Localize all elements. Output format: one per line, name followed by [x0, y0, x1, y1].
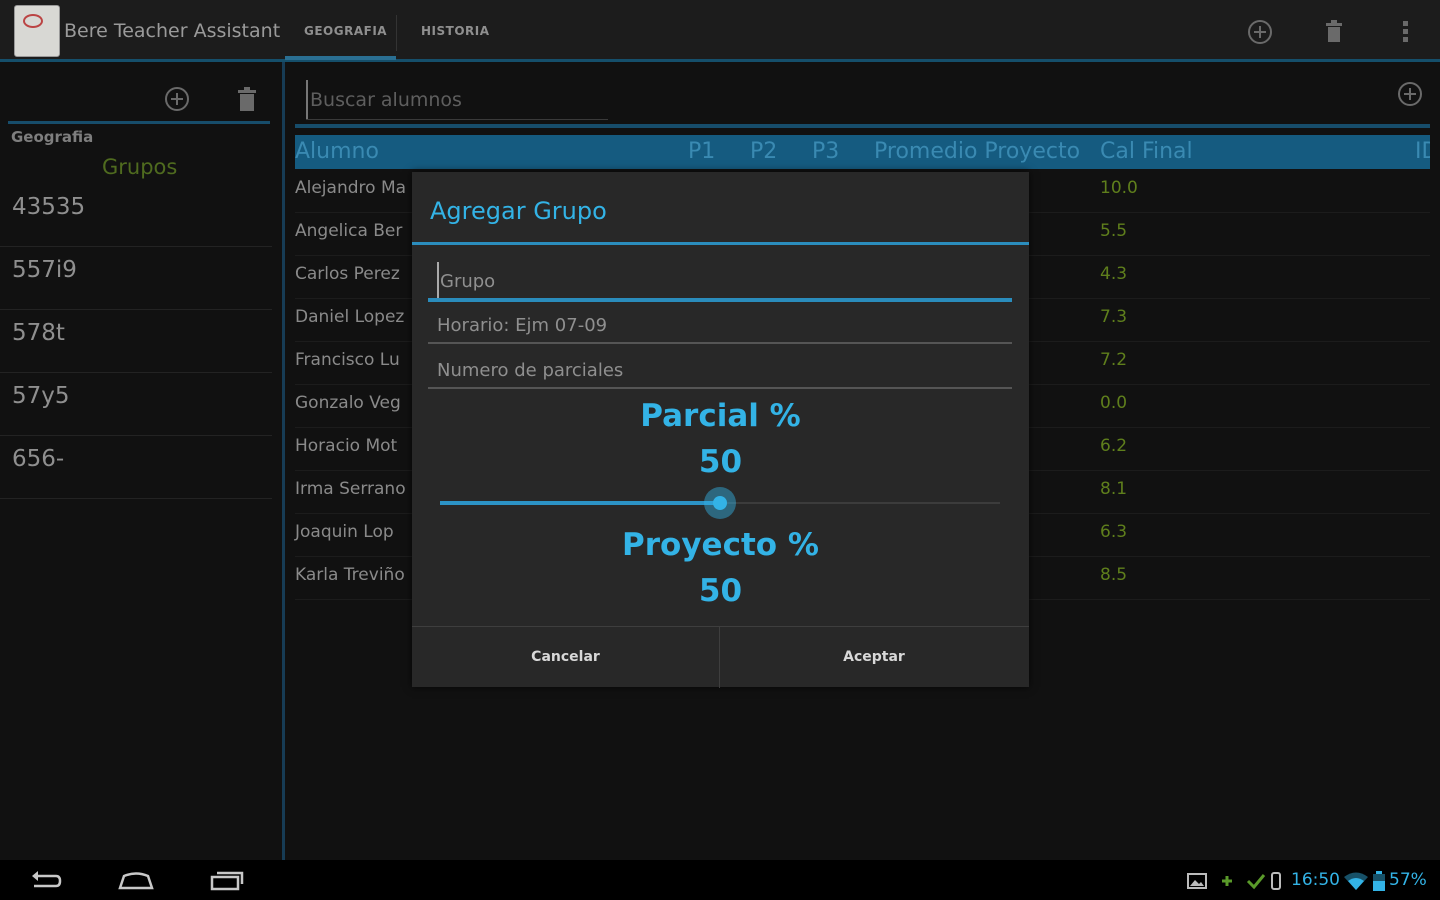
back-icon[interactable] — [26, 868, 66, 894]
tab-geografia[interactable]: GEOGRAFIA — [304, 24, 387, 38]
column-header-p3[interactable]: P3 — [812, 139, 839, 164]
group-item[interactable]: 43535 — [0, 184, 272, 247]
final-grade: 6.2 — [1100, 436, 1128, 456]
column-header-p1[interactable]: P1 — [688, 139, 715, 164]
dialog-button-bar: Cancelar Aceptar — [412, 626, 1029, 688]
add-circle-icon[interactable] — [1246, 18, 1274, 46]
search-input[interactable] — [306, 80, 608, 119]
status-clock: 16:50 — [1291, 870, 1340, 890]
home-icon[interactable] — [116, 868, 156, 894]
group-item[interactable]: 578t — [0, 310, 272, 373]
student-name: Alejandro Ma — [295, 178, 407, 198]
tab-divider — [396, 15, 397, 51]
subject-label: Geografia — [11, 128, 94, 146]
recent-apps-icon[interactable] — [206, 868, 246, 894]
group-name-input[interactable] — [437, 262, 1012, 300]
storage-icon — [1271, 872, 1281, 890]
column-header-p2[interactable]: P2 — [750, 139, 777, 164]
column-header-promedio-proyecto[interactable]: Promedio Proyecto — [874, 139, 1080, 164]
final-grade: 5.5 — [1100, 221, 1128, 241]
group-label: 557i9 — [12, 257, 77, 283]
trash-icon[interactable] — [1320, 18, 1348, 46]
check-notification-icon — [1246, 874, 1266, 890]
column-header-id[interactable]: ID — [1415, 139, 1430, 164]
overflow-menu-icon[interactable] — [1392, 18, 1420, 46]
group-item[interactable]: 557i9 — [0, 247, 272, 310]
final-grade: 8.5 — [1100, 565, 1128, 585]
gallery-notification-icon — [1187, 873, 1207, 889]
app-title: Bere Teacher Assistant — [64, 20, 281, 42]
parcial-percent-label: Parcial % — [640, 398, 801, 434]
app-logo-icon[interactable] — [14, 5, 60, 57]
parcial-percent-value: 50 — [698, 444, 743, 480]
column-header-alumno[interactable]: Alumno — [295, 139, 379, 164]
group-item[interactable]: 57y5 — [0, 373, 272, 436]
field-underline — [428, 298, 1012, 302]
group-label: 57y5 — [12, 383, 70, 409]
slider-thumb[interactable] — [704, 487, 736, 519]
group-label: 578t — [12, 320, 65, 346]
dialog-title-divider — [412, 242, 1029, 245]
student-name: Gonzalo Veg — [295, 393, 401, 413]
search-box[interactable] — [306, 80, 608, 120]
slider-fill — [440, 501, 720, 505]
partials-input[interactable] — [428, 351, 1012, 389]
final-grade: 4.3 — [1100, 264, 1128, 284]
student-name: Francisco Lu — [295, 350, 400, 370]
student-name: Angelica Ber — [295, 221, 403, 241]
final-grade: 0.0 — [1100, 393, 1128, 413]
wifi-icon — [1344, 872, 1368, 890]
add-group-icon[interactable] — [164, 86, 190, 112]
student-name: Daniel Lopez — [295, 307, 405, 327]
proyecto-percent-label: Proyecto % — [622, 527, 819, 563]
student-name: Joaquin Lop — [295, 522, 394, 542]
student-name: Horacio Mot — [295, 436, 398, 456]
field-underline — [428, 342, 1012, 344]
schedule-input[interactable] — [428, 306, 1012, 344]
final-grade: 8.1 — [1100, 479, 1128, 499]
search-divider — [295, 124, 1430, 128]
student-name: Karla Treviño — [295, 565, 405, 585]
student-name: Irma Serrano — [295, 479, 406, 499]
cancel-button[interactable]: Cancelar — [412, 627, 720, 688]
final-grade: 10.0 — [1100, 178, 1138, 198]
final-grade: 7.2 — [1100, 350, 1128, 370]
final-grade: 7.3 — [1100, 307, 1128, 327]
student-name: Carlos Perez — [295, 264, 400, 284]
groups-header-divider — [8, 121, 270, 124]
dialog-title: Agregar Grupo — [430, 197, 607, 225]
action-bar: Bere Teacher Assistant GEOGRAFIA HISTORI… — [0, 0, 1440, 62]
accept-button[interactable]: Aceptar — [720, 627, 1028, 688]
groups-title: Grupos — [102, 155, 178, 179]
add-group-dialog: Agregar Grupo Parcial % 50 Proyecto % 50… — [412, 172, 1029, 688]
weight-slider[interactable] — [440, 487, 1000, 519]
group-label: 656- — [12, 446, 65, 472]
field-underline — [428, 387, 1012, 389]
tab-historia[interactable]: HISTORIA — [421, 24, 490, 38]
schedule-field[interactable] — [428, 306, 1012, 344]
add-student-icon[interactable] — [1396, 80, 1424, 108]
partials-field[interactable] — [428, 351, 1012, 389]
delete-group-icon[interactable] — [236, 86, 258, 112]
battery-icon — [1373, 871, 1385, 891]
selected-tab-indicator — [285, 56, 396, 60]
plus-notification-icon — [1222, 876, 1232, 886]
column-header-cal-final[interactable]: Cal Final — [1100, 139, 1193, 164]
proyecto-percent-value: 50 — [698, 573, 743, 609]
final-grade: 6.3 — [1100, 522, 1128, 542]
group-name-field[interactable] — [428, 262, 1012, 302]
table-header: Alumno P1 P2 P3 Promedio Proyecto Cal Fi… — [295, 135, 1430, 169]
group-label: 43535 — [12, 194, 86, 220]
group-item[interactable]: 656- — [0, 436, 272, 499]
battery-percentage: 57% — [1389, 870, 1427, 890]
system-bar: 16:50 57% — [0, 860, 1440, 900]
